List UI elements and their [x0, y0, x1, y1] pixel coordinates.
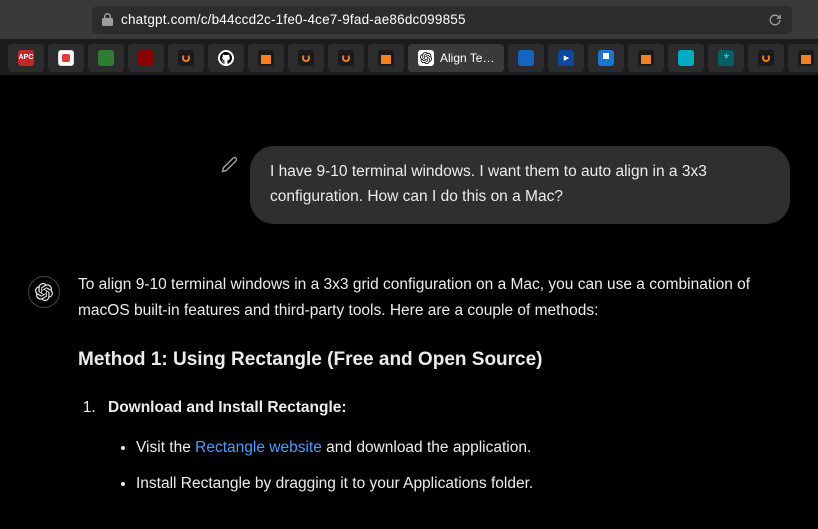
stackoverflow-icon — [638, 50, 654, 66]
tab-title: Align Te… — [440, 51, 494, 65]
favicon-icon — [178, 50, 194, 66]
favicon-icon — [138, 50, 154, 66]
url-text: chatgpt.com/c/b44ccd2c-1fe0-4ce7-9fad-ae… — [121, 12, 466, 27]
favicon-icon — [558, 50, 574, 66]
assistant-avatar — [28, 276, 60, 308]
bullet-item: Visit the Rectangle website and download… — [136, 435, 790, 461]
tab-orange-3[interactable] — [328, 44, 364, 72]
sub-bullets: Visit the Rectangle website and download… — [108, 435, 790, 498]
tab-so-3[interactable] — [628, 44, 664, 72]
favicon-icon — [58, 50, 74, 66]
user-message-text: I have 9-10 terminal windows. I want the… — [270, 163, 707, 205]
tab-apc[interactable]: APC — [8, 44, 44, 72]
tab-redwhite[interactable] — [48, 44, 84, 72]
favicon-icon — [338, 50, 354, 66]
browser-url-bar: chatgpt.com/c/b44ccd2c-1fe0-4ce7-9fad-ae… — [0, 0, 818, 40]
favicon-icon — [758, 50, 774, 66]
step-title: Download and Install Rectangle: — [108, 399, 347, 416]
tab-darkred[interactable] — [128, 44, 164, 72]
user-message-bubble: I have 9-10 terminal windows. I want the… — [250, 146, 790, 224]
tab-cyan[interactable] — [668, 44, 704, 72]
tab-orange-2[interactable] — [288, 44, 324, 72]
page-content: I have 9-10 terminal windows. I want the… — [0, 76, 818, 529]
tab-teal[interactable] — [708, 44, 744, 72]
tab-so-2[interactable] — [368, 44, 404, 72]
method-heading: Method 1: Using Rectangle (Free and Open… — [78, 344, 790, 376]
favicon-icon — [298, 50, 314, 66]
favicon-icon: APC — [18, 50, 34, 66]
tab-orange-1[interactable] — [168, 44, 204, 72]
stackoverflow-icon — [798, 50, 814, 66]
tab-github[interactable] — [208, 44, 244, 72]
favicon-icon — [598, 50, 614, 66]
tab-blue-t[interactable] — [588, 44, 624, 72]
favicon-icon — [678, 50, 694, 66]
lock-icon — [102, 13, 113, 26]
favicon-icon — [518, 50, 534, 66]
chatgpt-icon — [418, 50, 434, 66]
rectangle-website-link[interactable]: Rectangle website — [195, 439, 322, 456]
stackoverflow-icon — [258, 50, 274, 66]
tab-orange-4[interactable] — [748, 44, 784, 72]
tab-blue-play[interactable] — [548, 44, 584, 72]
assistant-message-row: To align 9-10 terminal windows in a 3x3 … — [28, 272, 790, 512]
bullet-item: Install Rectangle by dragging it to your… — [136, 471, 790, 497]
tab-active-chatgpt[interactable]: Align Te… — [408, 44, 504, 72]
github-icon — [218, 50, 234, 66]
user-message-row: I have 9-10 terminal windows. I want the… — [28, 146, 790, 224]
tab-so-1[interactable] — [248, 44, 284, 72]
favicon-icon — [98, 50, 114, 66]
bullet-text-post: and download the application. — [322, 439, 531, 456]
stackoverflow-icon — [378, 50, 394, 66]
bullet-text-pre: Visit the — [136, 439, 195, 456]
tab-green[interactable] — [88, 44, 124, 72]
favicon-icon — [718, 50, 734, 66]
tab-so-4[interactable] — [788, 44, 818, 72]
reload-icon[interactable] — [768, 13, 782, 27]
tab-strip: APC Align Te… — [0, 40, 818, 76]
assistant-message-content: To align 9-10 terminal windows in a 3x3 … — [78, 272, 790, 512]
edit-icon[interactable] — [221, 156, 238, 173]
steps-list: Download and Install Rectangle: Visit th… — [78, 395, 790, 498]
step-item: Download and Install Rectangle: Visit th… — [100, 395, 790, 498]
chat-area: I have 9-10 terminal windows. I want the… — [0, 76, 818, 512]
url-field[interactable]: chatgpt.com/c/b44ccd2c-1fe0-4ce7-9fad-ae… — [92, 6, 792, 34]
tab-blue-1[interactable] — [508, 44, 544, 72]
assistant-intro-text: To align 9-10 terminal windows in a 3x3 … — [78, 272, 790, 325]
